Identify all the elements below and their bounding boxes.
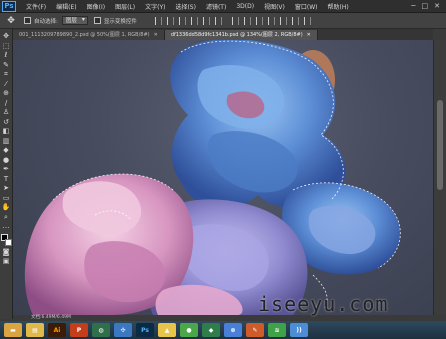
brush-tool-icon[interactable]: / [1, 99, 12, 109]
taskbar-app-blue-icon[interactable]: ✣ [114, 323, 132, 337]
show-transform-label: 显示变换控件 [103, 18, 137, 25]
taskbar-app-shield-icon[interactable]: ◆ [202, 323, 220, 337]
screen-mode-icon[interactable]: ▣ [1, 257, 12, 267]
taskbar-illustrator-icon[interactable]: Ai [48, 323, 66, 337]
align-vcenter-icon[interactable] [166, 16, 174, 25]
pen-tool-icon[interactable]: ✒ [1, 165, 12, 175]
tab-document-2[interactable]: df1336dd58d9fc1341b.psd @ 134%(图层 2, RGB… [164, 30, 318, 40]
distribute-top-icon[interactable] [231, 16, 239, 25]
document-tabs: 001_1113209789890_2.psd @ 50%(图层 1, RGB/… [13, 29, 433, 40]
scrollbar-thumb[interactable] [437, 100, 443, 190]
menu-bar: Ps 文件(F) 编辑(E) 图像(I) 图层(L) 文字(Y) 选择(S) 滤… [0, 0, 446, 13]
taskbar-rss-icon[interactable]: )) [290, 323, 308, 337]
taskbar-tools-icon[interactable]: ✎ [246, 323, 264, 337]
tab-document-1[interactable]: 001_1113209789890_2.psd @ 50%(图层 1, RGB/… [13, 30, 165, 40]
auto-align-icon[interactable] [303, 16, 311, 25]
blur-tool-icon[interactable]: ◆ [1, 146, 12, 156]
distribute-vcenter-icon[interactable] [243, 16, 251, 25]
lasso-tool-icon[interactable]: ℓ [1, 51, 12, 61]
move-tool-icon[interactable]: ✥ [1, 32, 12, 42]
menu-edit[interactable]: 编辑(E) [56, 2, 76, 11]
align-buttons [154, 16, 222, 25]
menu-type[interactable]: 文字(Y) [145, 2, 165, 11]
distribute-buttons [231, 16, 311, 25]
tab-label: df1336dd58d9fc1341b.psd @ 134%(图层 2, RGB… [170, 32, 303, 38]
color-swatches[interactable] [0, 233, 12, 248]
distribute-hcenter-icon[interactable] [279, 16, 287, 25]
close-icon[interactable]: ✕ [434, 2, 440, 10]
tab-label: 001_1113209789890_2.psd @ 50%(图层 1, RGB/… [19, 32, 150, 38]
menu-select[interactable]: 选择(S) [175, 2, 196, 11]
document-size-info: 文档:6.49M/6.49M [31, 315, 71, 320]
menu-filter[interactable]: 滤镜(T) [206, 2, 226, 11]
healing-brush-tool-icon[interactable]: ⊕ [1, 89, 12, 99]
eraser-tool-icon[interactable]: ◧ [1, 127, 12, 137]
crop-tool-icon[interactable]: ⌗ [1, 70, 12, 80]
options-bar: ✥ 自动选择: 图层 显示变换控件 [0, 13, 446, 29]
menu-3d[interactable]: 3D(D) [236, 3, 254, 10]
shape-tool-icon[interactable]: ▭ [1, 194, 12, 204]
taskbar-media-icon[interactable]: ● [180, 323, 198, 337]
windows-taskbar: ▬ ▤ Ai P ◍ ✣ Ps ▲ ● ◆ ⊗ ✎ ≋)) [0, 321, 446, 339]
taskbar-powerpoint-icon[interactable]: P [70, 323, 88, 337]
align-bottom-icon[interactable] [178, 16, 186, 25]
type-tool-icon[interactable]: T [1, 175, 12, 185]
menu-image[interactable]: 图像(I) [87, 2, 105, 11]
history-brush-tool-icon[interactable]: ↺ [1, 118, 12, 128]
taskbar-app-blue2-icon[interactable]: ⊗ [224, 323, 242, 337]
quick-mask-icon[interactable]: ◙ [1, 248, 12, 258]
align-hcenter-icon[interactable] [202, 16, 210, 25]
gradient-tool-icon[interactable]: ▥ [1, 137, 12, 147]
distribute-left-icon[interactable] [267, 16, 275, 25]
zoom-tool-icon[interactable]: ⌕ [1, 213, 12, 223]
menu-window[interactable]: 窗口(W) [295, 2, 318, 11]
eyedropper-tool-icon[interactable]: ⁄ [1, 80, 12, 90]
tab-close-icon[interactable]: ✕ [307, 32, 311, 38]
clone-stamp-tool-icon[interactable]: ♙ [1, 108, 12, 118]
watermark-text: iseeyu.com [258, 292, 389, 316]
taskbar-photoshop-icon[interactable]: Ps [136, 323, 154, 337]
vertical-scrollbar[interactable] [433, 40, 446, 315]
menu-help[interactable]: 帮助(H) [328, 2, 349, 11]
photoshop-window: Ps 文件(F) 编辑(E) 图像(I) 图层(L) 文字(Y) 选择(S) 滤… [0, 0, 446, 339]
taskbar-explorer-icon[interactable]: ▬ [4, 323, 22, 337]
photoshop-logo-icon: Ps [2, 0, 16, 12]
align-top-icon[interactable] [154, 16, 162, 25]
dodge-tool-icon[interactable]: ● [1, 156, 12, 166]
window-controls: ─ □ ✕ [411, 2, 446, 10]
background-color-swatch[interactable] [4, 238, 12, 246]
auto-select-dropdown[interactable]: 图层 [61, 16, 88, 25]
menu-view[interactable]: 视图(V) [264, 2, 285, 11]
show-transform-checkbox[interactable] [93, 17, 101, 24]
more-tools-icon[interactable]: … [1, 222, 12, 232]
auto-select-checkbox[interactable] [24, 17, 31, 24]
distribute-right-icon[interactable] [291, 16, 299, 25]
menu-layer[interactable]: 图层(L) [115, 2, 135, 11]
menu-file[interactable]: 文件(F) [26, 2, 46, 11]
move-tool-icon[interactable]: ✥ [4, 16, 18, 26]
path-select-tool-icon[interactable]: ➤ [1, 184, 12, 194]
align-right-icon[interactable] [214, 16, 222, 25]
marquee-tool-icon[interactable]: ⬚ [1, 42, 12, 52]
auto-select-label: 自动选择: [34, 18, 58, 25]
taskbar-browser-icon[interactable]: ◍ [92, 323, 110, 337]
maximize-icon[interactable]: □ [422, 2, 429, 10]
taskbar-app-green-icon[interactable]: ≋ [268, 323, 286, 337]
taskbar-folder-icon[interactable]: ▤ [26, 323, 44, 337]
toolbox: ✥ ⬚ ℓ ✎ ⌗ ⁄ ⊕ / ♙ ↺ ◧ ▥ ◆ ● ✒ T ➤ ▭ ✋ ⌕ … [0, 29, 13, 319]
distribute-bottom-icon[interactable] [255, 16, 263, 25]
ink-smoke-artwork [24, 40, 401, 315]
hand-tool-icon[interactable]: ✋ [1, 203, 12, 213]
quick-select-tool-icon[interactable]: ✎ [1, 61, 12, 71]
align-left-icon[interactable] [190, 16, 198, 25]
taskbar-drive-icon[interactable]: ▲ [158, 323, 176, 337]
tab-close-icon[interactable]: ✕ [154, 32, 158, 38]
minimize-icon[interactable]: ─ [411, 2, 415, 10]
document-canvas[interactable] [13, 40, 433, 315]
